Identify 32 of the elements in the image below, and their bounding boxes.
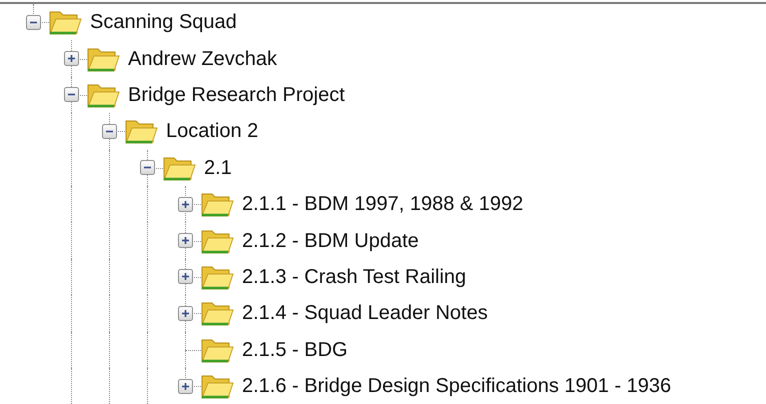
collapse-toggle-icon[interactable] <box>64 87 79 102</box>
folder-icon <box>48 9 82 36</box>
folder-icon <box>200 264 234 290</box>
expand-toggle-icon[interactable] <box>178 306 193 321</box>
collapse-toggle-icon[interactable] <box>140 160 155 176</box>
folder-icon <box>200 373 234 400</box>
folder-icon <box>200 336 234 363</box>
folder-icon <box>86 82 120 108</box>
folder-label[interactable]: 2.1.2 - BDM Update <box>242 226 419 256</box>
folder-icon <box>200 228 234 254</box>
folder-label[interactable]: Scanning Squad <box>90 7 237 38</box>
collapse-toggle-icon[interactable] <box>26 14 41 30</box>
expand-toggle-icon[interactable] <box>178 233 193 248</box>
folder-label[interactable]: 2.1.3 - Crash Test Railing <box>242 262 466 292</box>
folder-icon <box>162 154 196 181</box>
expand-toggle-icon[interactable] <box>178 378 193 394</box>
folder-label[interactable]: Bridge Research Project <box>128 80 345 110</box>
expand-toggle-icon[interactable] <box>178 196 193 212</box>
folder-label[interactable]: 2.1.1 - BDM 1997, 1988 & 1992 <box>242 189 524 220</box>
folder-icon <box>86 46 120 72</box>
folder-label[interactable]: 2.1.6 - Bridge Design Specifications 1901 - 1936 <box>242 371 672 402</box>
folder-label[interactable]: Location 2 <box>166 116 258 146</box>
folder-icon <box>124 118 158 144</box>
folder-label[interactable]: 2.1.5 - BDG <box>242 334 348 365</box>
folder-label[interactable]: Andrew Zevchak <box>128 44 277 74</box>
collapse-toggle-icon[interactable] <box>102 124 117 139</box>
folder-label[interactable]: 2.1.4 - Squad Leader Notes <box>242 298 488 328</box>
folder-label[interactable]: 2.1 <box>204 152 232 183</box>
expand-toggle-icon[interactable] <box>64 51 79 66</box>
folder-icon <box>200 300 234 326</box>
expand-toggle-icon[interactable] <box>178 269 193 284</box>
folder-icon <box>200 191 234 218</box>
